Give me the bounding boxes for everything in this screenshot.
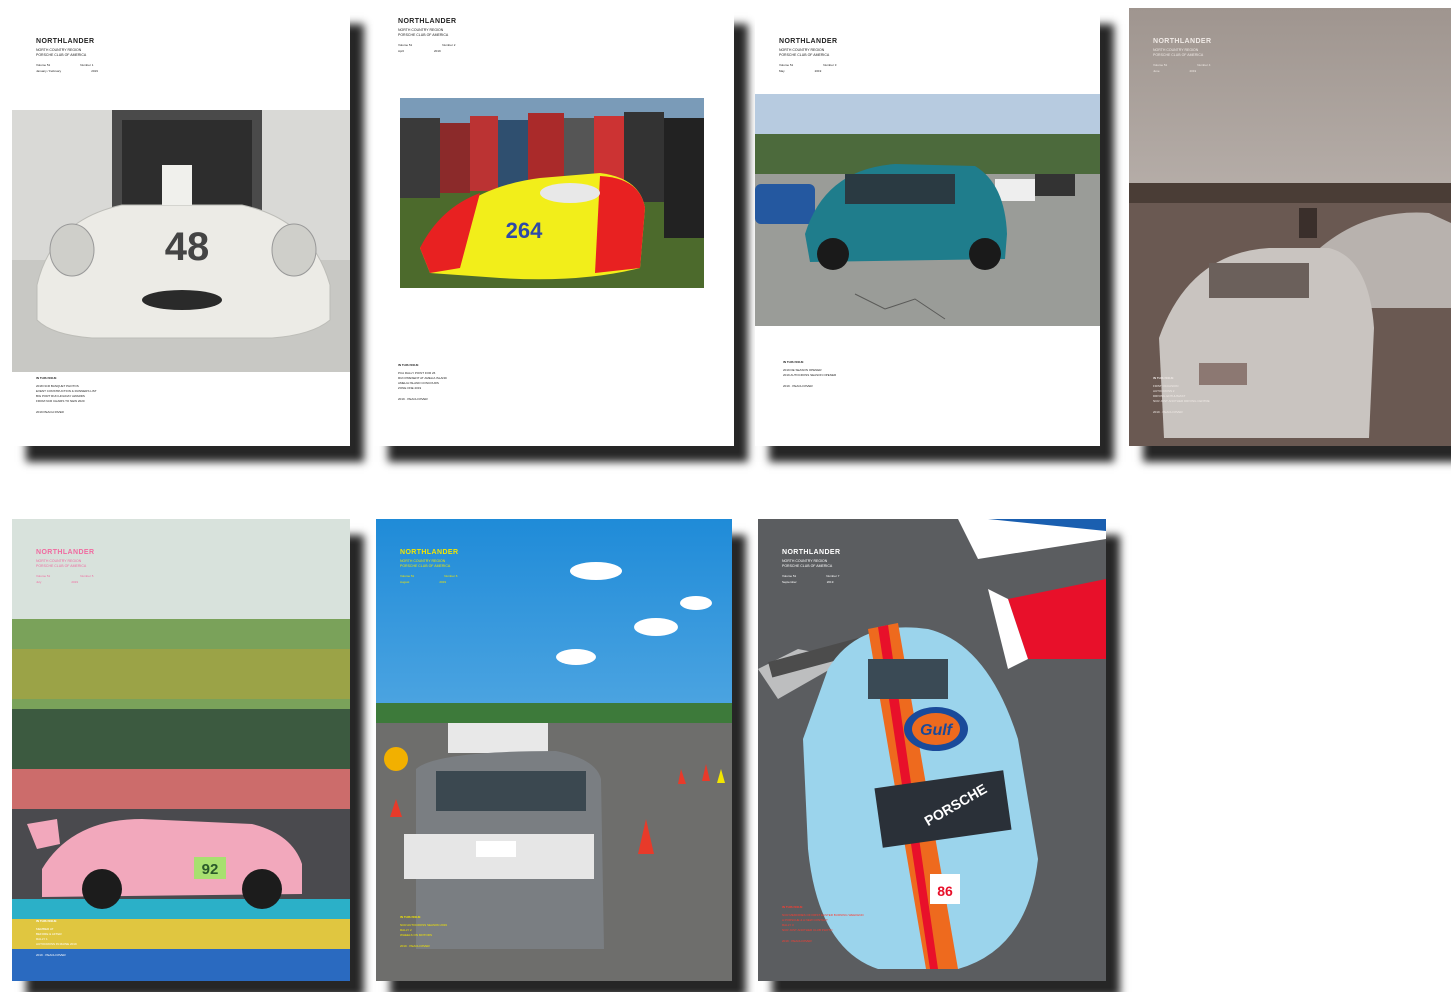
toc-item: AUTOCROSS IN MAINE 2019 (36, 942, 77, 946)
toc-heading: IN THIS ISSUE (783, 360, 804, 364)
club-name: PORSCHE CLUB OF AMERICA (1153, 53, 1204, 57)
magazine-cover-6[interactable]: NORTHLANDER NORTH COUNTRY REGION PORSCHE… (376, 519, 732, 981)
car-number: 92 (202, 861, 219, 878)
toc-heading: IN THIS ISSUE (782, 905, 803, 909)
club-name: PORSCHE CLUB OF AMERICA (398, 33, 449, 37)
masthead: NORTHLANDER (400, 549, 459, 556)
club-name: PORSCHE CLUB OF AMERICA (36, 564, 87, 568)
year-label: 2019 (71, 580, 79, 584)
toc-item: NCR JUST ANOTHER DRIVING CENTRE (1153, 399, 1210, 403)
month-label: January / February (36, 69, 62, 73)
table-of-contents: IN THIS ISSUE FIRST OCCASION AUTOCROSS 2… (1153, 376, 1210, 415)
cover-header: NORTHLANDER NORTH COUNTRY REGION PORSCHE… (36, 38, 98, 74)
number-label: Number 5 (80, 574, 94, 578)
club-name: PORSCHE CLUB OF AMERICA (779, 53, 830, 57)
club-name: PORSCHE CLUB OF AMERICA (782, 564, 833, 568)
table-of-contents: IN THIS ISSUE 2019 DE SEASON OPENER 2019… (783, 360, 836, 389)
month-label: August (400, 580, 410, 584)
masthead: NORTHLANDER (779, 38, 838, 45)
cover-footer: 2019 PEACH RIVER (36, 410, 64, 414)
table-of-contents: IN THIS ISSUE MEMBER AT BEFORE & AFTER R… (36, 919, 77, 958)
magazine-cover-7[interactable]: Gulf PORSCHE 86 NORTHLANDER NORTH COUNTR… (758, 519, 1106, 981)
toc-heading: IN THIS ISSUE (398, 363, 419, 367)
year-label: 2019 (814, 69, 822, 73)
car-number: 48 (165, 225, 210, 269)
toc-item: FROM NCR CHAIRS TO NEW 2020 (36, 399, 85, 403)
masthead: NORTHLANDER (782, 549, 841, 556)
magazine-cover-4[interactable]: NORTHLANDER NORTH COUNTRY REGION PORSCHE… (1129, 8, 1451, 446)
toc-heading: IN THIS ISSUE (400, 915, 421, 919)
toc-item: WHEELS ON MOTORS (400, 933, 432, 937)
cover-header: NORTHLANDER NORTH COUNTRY REGION PORSCHE… (400, 549, 458, 585)
toc-item: 2019 AUTOCROSS SEASON OPENER (783, 373, 837, 377)
cover-photo: 264 (400, 98, 704, 288)
month-label: September (782, 580, 797, 584)
month-label: April (398, 49, 405, 53)
number-label: Number 3 (823, 63, 837, 67)
cover-header: NORTHLANDER NORTH COUNTRY REGION PORSCHE… (782, 549, 840, 585)
cover-footer: 2019 · PEACH RIVER (782, 939, 812, 943)
cover-header: NORTHLANDER NORTH COUNTRY REGION PORSCHE… (779, 38, 837, 74)
car-number: 264 (506, 218, 543, 243)
table-of-contents: IN THIS ISSUE NCR AUTOCROSS SEASON 2019 … (400, 915, 447, 949)
year-label: 2019 (439, 580, 447, 584)
cover-footer: 2019 · PEACH RIVER (783, 384, 813, 388)
masthead: NORTHLANDER (398, 18, 457, 25)
car-number: 86 (937, 883, 953, 899)
year-label: 2019 (826, 580, 834, 584)
year-label: 2019 (434, 49, 441, 53)
magazine-cover-5[interactable]: 92 NORTHLANDER NORTH COUNTRY REGION PORS… (12, 519, 350, 981)
month-label: June (1153, 69, 1160, 73)
month-label: July (36, 580, 42, 584)
year-label: 2019 (1189, 69, 1197, 73)
magazine-cover-2[interactable]: NORTHLANDER NORTH COUNTRY REGION PORSCHE… (374, 8, 734, 446)
masthead: NORTHLANDER (36, 549, 95, 556)
masthead: NORTHLANDER (1153, 38, 1212, 45)
number-label: Number 4 (1197, 63, 1211, 67)
toc-heading: IN THIS ISSUE (36, 919, 57, 923)
magazine-cover-1[interactable]: NORTHLANDER NORTH COUNTRY REGION PORSCHE… (12, 8, 350, 446)
cover-header: NORTHLANDER NORTH COUNTRY REGION PORSCHE… (398, 18, 456, 54)
cover-photo (376, 519, 732, 981)
toc-item: NCR JUST ANOTHER CLUB PHOTO (782, 928, 833, 932)
toc-heading: IN THIS ISSUE (1153, 376, 1174, 380)
cover-footer: 2019 · PEACH RIVER (36, 953, 66, 957)
cover-header: NORTHLANDER NORTH COUNTRY REGION PORSCHE… (36, 549, 94, 585)
cover-photo: 48 (12, 110, 350, 372)
masthead: NORTHLANDER (36, 38, 95, 45)
table-of-contents: IN THIS ISSUE NCR MEMORIES OF FIRST EAST… (782, 905, 864, 944)
number-label: Number 2 (442, 43, 456, 47)
brand-logo-text: Gulf (920, 722, 954, 739)
club-name: PORSCHE CLUB OF AMERICA (400, 564, 451, 568)
cover-footer: 2019 · PEACH RIVER (400, 944, 430, 948)
cover-photo (755, 94, 1100, 326)
magazine-cover-3[interactable]: NORTHLANDER NORTH COUNTRY REGION PORSCHE… (755, 8, 1100, 446)
cover-photo: 92 (12, 519, 350, 981)
cover-header: NORTHLANDER NORTH COUNTRY REGION PORSCHE… (1153, 38, 1211, 74)
table-of-contents: IN THIS ISSUE PCA RALLY POINT FOR 26 RUN… (398, 363, 447, 402)
month-label: May (779, 69, 785, 73)
cover-footer: 2019 · PEACH RIVER (398, 397, 428, 401)
number-label: Number 6 (444, 574, 458, 578)
table-of-contents: IN THIS ISSUE 2018 NCR BANQUET PHOTOS EV… (36, 376, 97, 415)
toc-item: ZONE ONE 2019 (398, 386, 422, 390)
year-label: 2019 (91, 69, 98, 73)
cover-footer: 2019 · PEACH RIVER (1153, 410, 1183, 414)
toc-heading: IN THIS ISSUE (36, 376, 57, 380)
club-name: PORSCHE CLUB OF AMERICA (36, 53, 87, 57)
